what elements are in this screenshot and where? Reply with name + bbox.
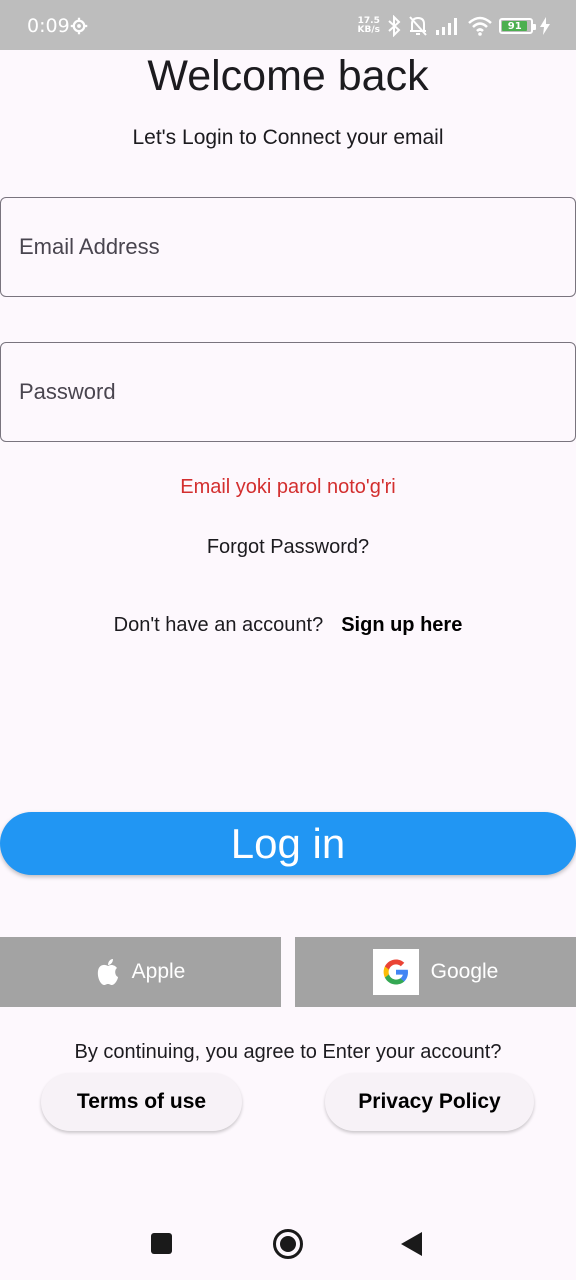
home-icon[interactable] [273,1229,303,1259]
login-button[interactable]: Log in [0,812,576,875]
signal-icon [436,18,457,35]
mute-bell-icon [409,16,427,36]
signup-prompt: Don't have an account? [113,614,324,636]
bluetooth-icon [388,15,401,37]
google-label: Google [430,960,499,983]
signup-row: Don't have an account? Sign up here [0,614,576,637]
charging-icon [540,17,550,35]
apple-icon [97,959,118,985]
password-field[interactable] [0,342,576,442]
navigation-bar [0,1210,576,1280]
battery-level: 91 [502,21,528,32]
signup-link[interactable]: Sign up here [341,614,462,637]
status-bar: 0:09 17.5 KB/s 91 [0,0,576,50]
wifi-icon [468,16,492,36]
agreement-text: By continuing, you agree to Enter your a… [74,1041,502,1063]
settings-gear-icon [70,17,88,35]
apple-login-button[interactable]: Apple [0,937,281,1007]
google-icon [372,949,419,995]
page-subtitle: Let's Login to Connect your email [132,126,444,149]
google-login-button[interactable]: Google [295,937,576,1007]
email-input[interactable] [1,198,575,296]
password-input[interactable] [1,343,575,441]
privacy-policy-button[interactable]: Privacy Policy [325,1073,534,1131]
page-title: Welcome back [147,52,429,100]
net-speed: 17.5 KB/s [357,16,380,35]
email-field[interactable] [0,197,576,297]
apple-label: Apple [131,960,186,983]
back-icon[interactable] [401,1232,422,1256]
forgot-password-link[interactable]: Forgot Password? [0,536,576,559]
status-icons: 17.5 KB/s 91 [358,14,550,38]
terms-of-use-button[interactable]: Terms of use [41,1073,242,1131]
battery-icon: 91 [499,18,536,34]
status-time: 0:09 [27,15,70,37]
recents-icon[interactable] [151,1233,172,1254]
error-message: Email yoki parol noto'g'ri [180,476,396,498]
